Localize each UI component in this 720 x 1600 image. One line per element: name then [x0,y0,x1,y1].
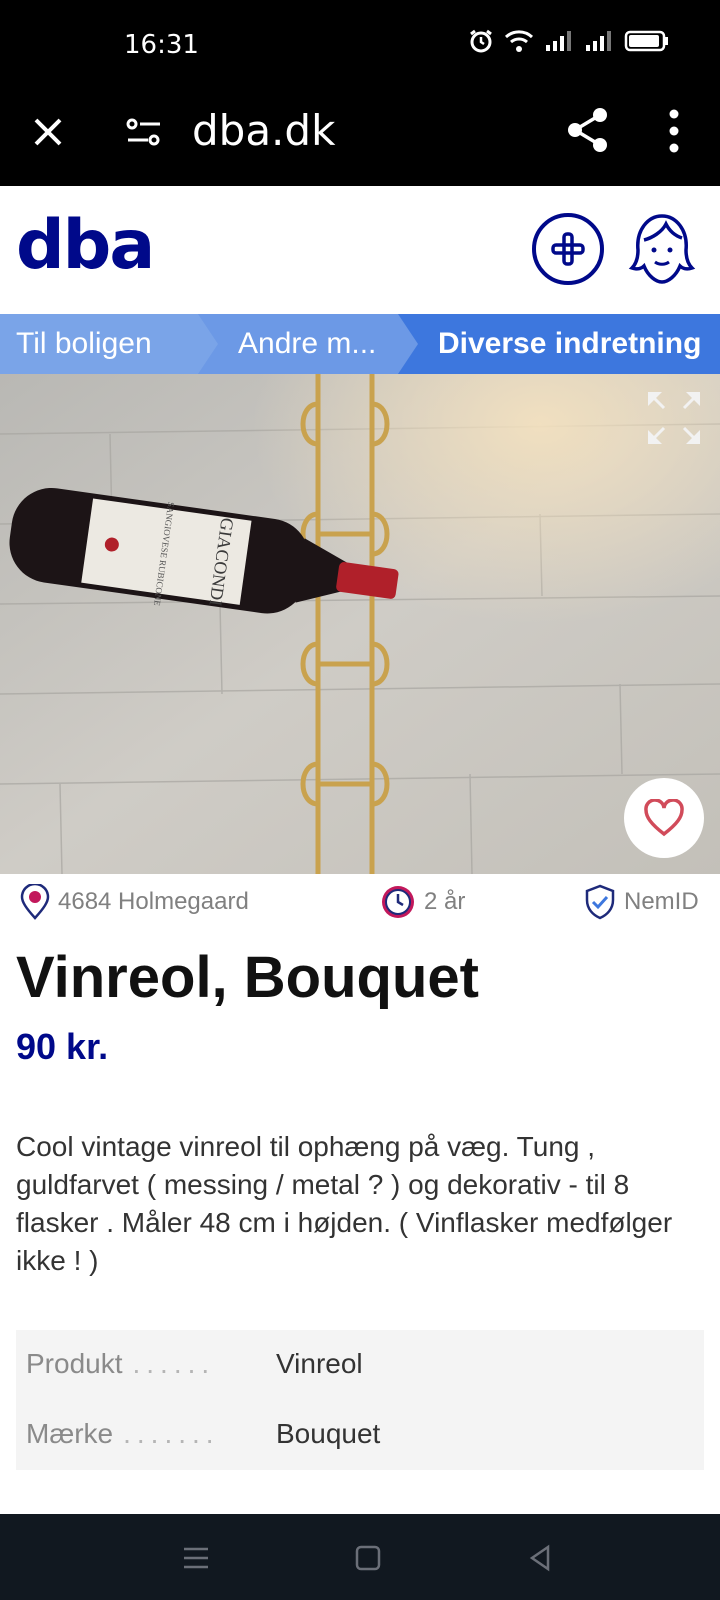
spec-value: Bouquet [276,1418,381,1449]
profile-icon[interactable] [628,210,696,288]
home-icon[interactable] [352,1542,384,1574]
spec-key: Produkt [26,1348,123,1379]
site-settings-icon[interactable] [126,112,162,152]
spec-table: Produkt...... Vinreol Mærke....... Bouqu… [16,1330,704,1470]
listing-photo[interactable]: GIACONDI SANGIOVESE RUBICONE [0,374,720,874]
dot-leader: ...... [132,1348,216,1379]
photo-illustration: GIACONDI SANGIOVESE RUBICONE [0,374,720,874]
breadcrumb: Til boligen Andre m... Diverse indretnin… [0,314,720,374]
site-header: dba [0,186,720,314]
back-icon[interactable] [524,1542,556,1574]
listing-description: Cool vintage vinreol til ophæng på væg. … [16,1131,673,1276]
location-text: 4684 Holmegaard [58,888,249,915]
breadcrumb-separator-icon [398,314,418,374]
status-icons [468,28,670,54]
favorite-button[interactable] [624,778,704,858]
listing-price: 90 kr. [16,1026,109,1067]
status-bar: 16:31 [0,0,720,88]
spec-key: Mærke [26,1418,114,1449]
url-text[interactable]: dba.dk [192,106,335,155]
breadcrumb-item-diverse-indretning[interactable]: Diverse indretning [398,314,720,374]
location-info: 4684 Holmegaard [20,880,249,924]
breadcrumb-separator-icon [198,314,218,374]
listing-meta: 4684 Holmegaard 2 år NemID [0,880,720,924]
more-icon[interactable] [664,108,684,154]
close-icon[interactable] [28,112,68,152]
spec-value: Vinreol [276,1348,363,1379]
location-pin-icon [20,884,50,920]
share-icon[interactable] [566,106,610,154]
age-text: 2 år [424,888,466,915]
age-info: 2 år [380,880,465,924]
listing-title: Vinreol, Bouquet [16,945,479,1010]
shield-check-icon [585,884,615,920]
wifi-icon [504,30,534,52]
clock-icon [382,886,414,918]
signal-icon-2 [586,31,611,51]
browser-bar: dba.dk [0,88,720,186]
signal-icon [546,31,571,51]
nemid-text: NemID [624,888,699,915]
expand-icon[interactable] [648,392,700,444]
menu-icon[interactable] [180,1542,212,1574]
dot-leader: ....... [123,1418,220,1449]
dba-logo[interactable]: dba [16,206,155,285]
nemid-info: NemID [584,880,699,924]
add-listing-icon[interactable] [531,212,605,286]
spec-row-maerke: Mærke....... Bouquet [26,1414,380,1454]
system-nav-bar [0,1514,720,1600]
battery-icon [624,30,668,52]
status-time: 16:31 [124,30,199,60]
alarm-icon [470,29,492,53]
breadcrumb-item-til-boligen[interactable]: Til boligen [0,314,230,374]
heart-icon [644,799,684,837]
spec-row-produkt: Produkt...... Vinreol [26,1344,363,1384]
